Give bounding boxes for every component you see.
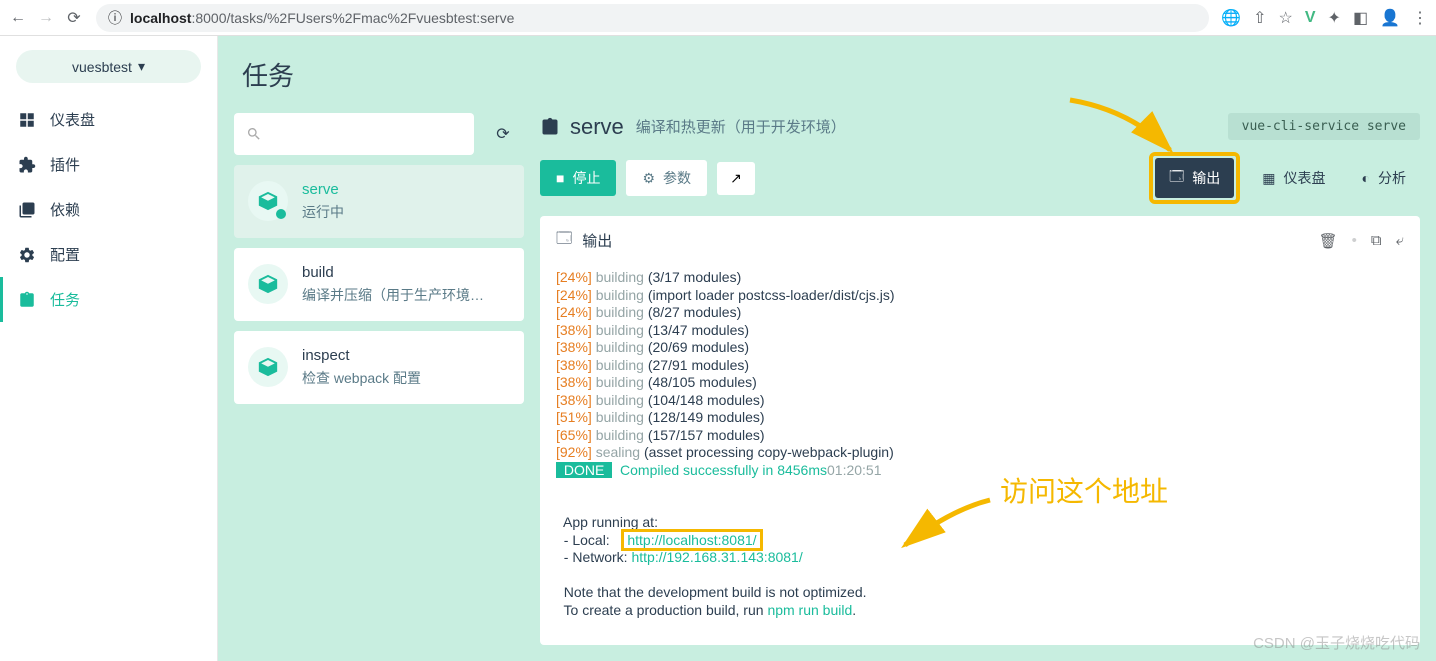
annotation-highlight: 🗔 输出 — [1149, 152, 1240, 204]
puzzle-icon — [18, 156, 36, 174]
detail-name: serve — [570, 114, 624, 140]
tab-dashboard[interactable]: ▦ 仪表盘 — [1248, 152, 1339, 204]
dashboard-icon — [18, 111, 36, 129]
collections-icon — [18, 201, 36, 219]
donut-icon: ◐ — [1362, 170, 1370, 186]
command-chip: vue-cli-service serve — [1228, 113, 1420, 140]
tab-label: 仪表盘 — [1284, 168, 1326, 188]
task-name: inspect — [302, 347, 510, 364]
nav-dashboard[interactable]: 仪表盘 — [0, 97, 217, 142]
output-panel: 🗔 输出 🗑 • ⧉ ⤶ [24%] building (3/17 module… — [540, 216, 1420, 645]
cube-icon — [248, 264, 288, 304]
settings-icon — [18, 246, 36, 264]
share-icon[interactable]: ⇧ — [1253, 8, 1266, 28]
nav-config[interactable]: 配置 — [0, 232, 217, 277]
panel-icon[interactable]: ◧ — [1353, 8, 1368, 28]
inspect-icon — [248, 347, 288, 387]
search-icon — [246, 126, 262, 142]
forward-icon[interactable]: → — [36, 8, 56, 28]
clear-icon[interactable]: 🗑 — [1319, 232, 1338, 250]
project-name: vuesbtest — [72, 59, 132, 75]
page-title: 任务 — [218, 36, 1436, 113]
stop-button[interactable]: ■ 停止 — [540, 160, 616, 196]
tab-label: 输出 — [1192, 168, 1220, 188]
back-icon[interactable]: ← — [8, 8, 28, 28]
chevron-down-icon: ▾ — [138, 58, 145, 75]
copy-icon[interactable]: ⧉ — [1371, 232, 1382, 250]
watermark: CSDN @玉子烧烧吃代码 — [1253, 632, 1420, 653]
task-detail: serve 编译和热更新（用于开发环境） vue-cli-service ser… — [540, 113, 1420, 645]
tab-label: 分析 — [1378, 168, 1406, 188]
nav-label: 任务 — [50, 289, 80, 310]
browser-toolbar: ← → ⟳ ⓘ localhost:8000/tasks/%2FUsers%2F… — [0, 0, 1436, 36]
star-icon[interactable]: ☆ — [1279, 8, 1293, 28]
dashboard-icon: ▦ — [1262, 170, 1275, 187]
search-input[interactable] — [234, 113, 474, 155]
menu-icon[interactable]: ⋮ — [1412, 8, 1428, 28]
task-item-serve[interactable]: serve 运行中 — [234, 165, 524, 238]
terminal-output[interactable]: [24%] building (3/17 modules)[24%] build… — [540, 265, 1420, 645]
url-path: :8000/tasks/%2FUsers%2Fmac%2Fvuesbtest:s… — [191, 10, 514, 26]
params-label: 参数 — [663, 168, 691, 188]
reload-icon[interactable]: ⟳ — [64, 8, 84, 28]
task-desc: 检查 webpack 配置 — [302, 368, 510, 388]
project-selector[interactable]: vuesbtest ▾ — [16, 50, 201, 83]
scroll-bottom-icon[interactable]: ⤶ — [1396, 232, 1404, 250]
nav-label: 依赖 — [50, 199, 80, 220]
info-icon: ⓘ — [108, 8, 122, 28]
nav-label: 配置 — [50, 244, 80, 265]
output-title: 输出 — [582, 230, 612, 251]
translate-icon[interactable]: 🌐 — [1221, 8, 1241, 28]
output-icon: 🗔 — [1169, 166, 1184, 190]
gear-icon: ⚙ — [642, 170, 655, 187]
task-desc: 编译并压缩（用于生产环境… — [302, 285, 510, 305]
open-button[interactable]: ↗ — [717, 162, 755, 195]
extensions-icon[interactable]: ✦ — [1328, 8, 1341, 28]
nav-label: 插件 — [50, 154, 80, 175]
tab-output[interactable]: 🗔 输出 — [1155, 158, 1234, 198]
params-button[interactable]: ⚙ 参数 — [626, 160, 707, 196]
task-item-build[interactable]: build 编译并压缩（用于生产环境… — [234, 248, 524, 321]
assignment-icon — [18, 291, 36, 309]
url-bar[interactable]: ⓘ localhost:8000/tasks/%2FUsers%2Fmac%2F… — [96, 4, 1209, 32]
nav-dependencies[interactable]: 依赖 — [0, 187, 217, 232]
nav-tasks[interactable]: 任务 — [0, 277, 217, 322]
output-icon: 🗔 — [556, 228, 572, 253]
open-in-new-icon: ↗ — [730, 170, 742, 187]
task-item-inspect[interactable]: inspect 检查 webpack 配置 — [234, 331, 524, 404]
refresh-button[interactable]: ⟳ — [482, 113, 524, 155]
task-name: serve — [302, 181, 510, 198]
detail-subtitle: 编译和热更新（用于开发环境） — [636, 116, 846, 137]
task-name: build — [302, 264, 510, 281]
clipboard-icon — [540, 117, 560, 137]
task-desc: 运行中 — [302, 202, 510, 222]
profile-icon[interactable]: 👤 — [1380, 8, 1400, 28]
vue-devtools-icon[interactable]: V — [1305, 9, 1316, 27]
stop-icon: ■ — [556, 170, 564, 186]
url-host: localhost — [130, 10, 191, 26]
cube-icon — [248, 181, 288, 221]
dot-icon[interactable]: • — [1352, 232, 1357, 250]
nav-label: 仪表盘 — [50, 109, 95, 130]
nav-plugins[interactable]: 插件 — [0, 142, 217, 187]
sidebar: vuesbtest ▾ 仪表盘 插件 依赖 配置 任务 — [0, 36, 218, 661]
task-list: ⟳ serve 运行中 — [234, 113, 524, 645]
tab-analyze[interactable]: ◐ 分析 — [1348, 152, 1420, 204]
stop-label: 停止 — [572, 168, 600, 188]
